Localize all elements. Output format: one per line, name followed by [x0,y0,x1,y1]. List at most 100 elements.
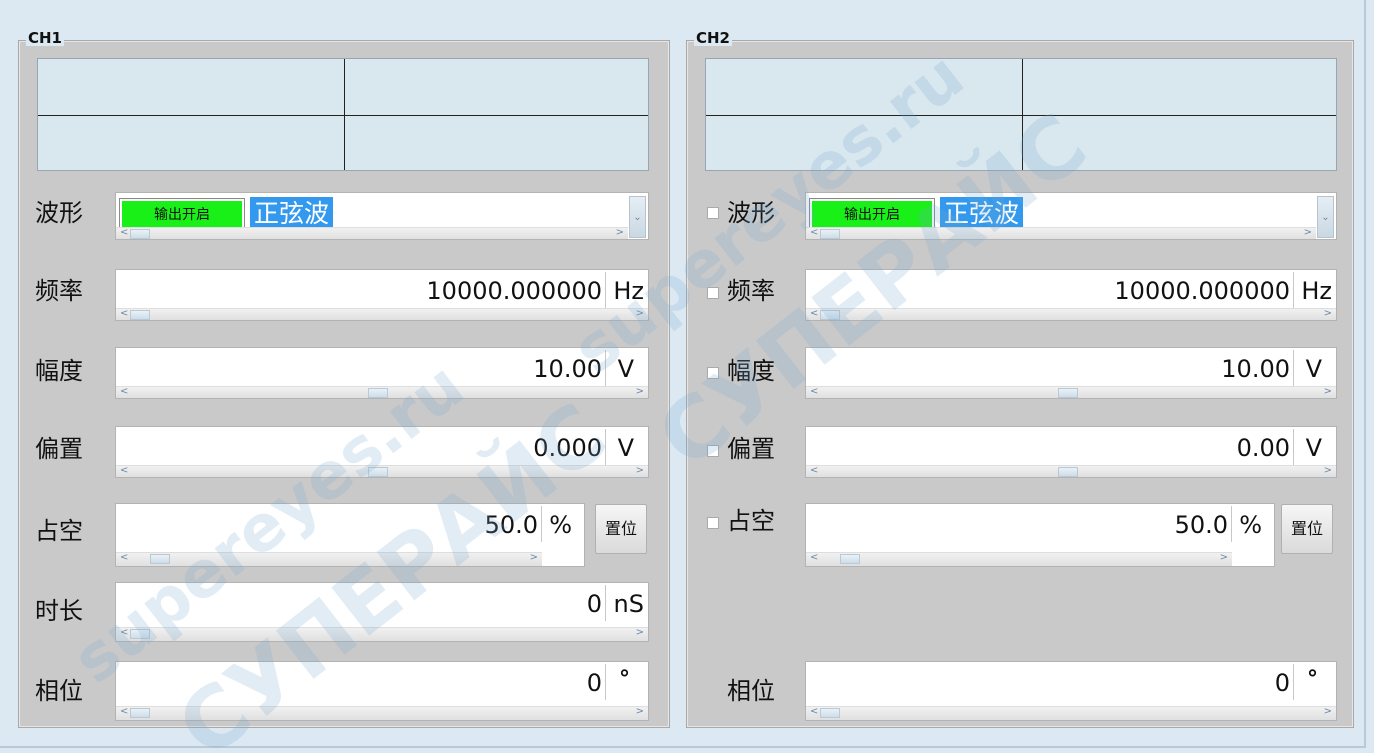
ch2-waveform-checkbox[interactable] [707,207,719,219]
ch2-offset-checkbox[interactable] [707,445,719,457]
scroll-thumb[interactable] [820,229,840,239]
scroll-thumb[interactable] [150,554,170,564]
unit-divider [605,272,606,308]
ch1-waveform-value: 正弦波 [250,197,334,231]
scroll-left-icon[interactable]: < [810,227,818,239]
ch2-duty-field[interactable]: 50.0 % < > [805,503,1275,567]
scroll-right-icon[interactable]: > [636,627,644,639]
ch1-amplitude-scrollbar[interactable]: < > [116,386,648,398]
ch1-waveform-scrollbar[interactable]: < > [116,227,628,239]
ch2-frequency-value: 10000.000000 [1114,277,1290,305]
grid-horizontal-line [38,115,648,116]
ch1-amplitude-value: 10.00 [533,355,602,383]
ch1-waveform-select[interactable]: 输出开启 正弦波 ⌄ < > [115,192,649,240]
ch2-waveform-scrollbar[interactable]: < > [806,227,1316,239]
scroll-right-icon[interactable]: > [1324,386,1332,398]
scroll-thumb[interactable] [1058,467,1078,477]
scroll-thumb[interactable] [368,388,388,398]
scroll-right-icon[interactable]: > [616,227,624,239]
scroll-right-icon[interactable]: > [1220,552,1228,564]
ch1-duty-label: 占空 [35,517,83,545]
scroll-thumb[interactable] [840,554,860,564]
ch2-phase-scrollbar[interactable]: < > [806,706,1336,720]
ch2-duty-scrollbar[interactable]: < > [806,552,1232,566]
ch2-waveform-select[interactable]: 输出开启 正弦波 ⌄ < > [805,192,1337,240]
ch2-reset-button[interactable]: 置位 [1281,504,1333,554]
ch1-panel: CH1 波形 输出开启 正弦波 ⌄ < > 频率 10000.000000 Hz… [18,29,670,728]
ch2-offset-field[interactable]: 0.00 V < > [805,426,1337,478]
unit-divider [1293,429,1294,465]
scroll-right-icon[interactable]: > [1304,227,1312,239]
ch2-duty-checkbox[interactable] [707,517,719,529]
ch1-frequency-scrollbar[interactable]: < > [116,308,648,320]
scroll-left-icon[interactable]: < [810,386,818,398]
ch1-reset-button[interactable]: 置位 [595,504,647,554]
ch2-frequency-unit: Hz [1301,277,1332,305]
scroll-left-icon[interactable]: < [120,706,128,718]
scroll-right-icon[interactable]: > [636,706,644,718]
ch2-phase-value: 0 [1274,669,1290,697]
scroll-thumb[interactable] [820,708,840,718]
scroll-right-icon[interactable]: > [636,308,644,320]
chevron-down-icon[interactable]: ⌄ [629,196,646,238]
ch1-phase-scrollbar[interactable]: < > [116,706,648,720]
ch1-duration-value: 0 [586,590,602,618]
ch2-frequency-scrollbar[interactable]: < > [806,308,1336,320]
chevron-down-icon[interactable]: ⌄ [1317,196,1334,238]
ch2-phase-label: 相位 [727,677,775,705]
scroll-left-icon[interactable]: < [120,227,128,239]
ch2-offset-scrollbar[interactable]: < > [806,465,1336,477]
ch1-offset-field[interactable]: 0.000 V < > [115,426,649,478]
ch2-panel: CH2 波形 输出开启 正弦波 ⌄ < > 频率 10000.000000 Hz… [686,29,1354,728]
ch2-frequency-field[interactable]: 10000.000000 Hz < > [805,269,1337,321]
ch1-duty-scrollbar[interactable]: < > [116,552,542,566]
ch1-amplitude-field[interactable]: 10.00 V < > [115,347,649,399]
ch1-amplitude-label: 幅度 [35,357,83,385]
scroll-thumb[interactable] [820,310,840,320]
scroll-right-icon[interactable]: > [636,465,644,477]
scroll-left-icon[interactable]: < [120,627,128,639]
ch1-phase-field[interactable]: 0 ° < > [115,661,649,721]
scroll-thumb[interactable] [130,708,150,718]
unit-divider [541,506,542,542]
scroll-thumb[interactable] [1058,388,1078,398]
scroll-left-icon[interactable]: < [120,308,128,320]
scroll-thumb[interactable] [130,629,150,639]
ch1-duty-value: 50.0 [484,511,538,539]
scroll-right-icon[interactable]: > [1324,308,1332,320]
scroll-right-icon[interactable]: > [530,552,538,564]
ch2-amplitude-field[interactable]: 10.00 V < > [805,347,1337,399]
scroll-right-icon[interactable]: > [636,386,644,398]
ch1-offset-scrollbar[interactable]: < > [116,465,648,477]
ch2-amplitude-checkbox[interactable] [707,367,719,379]
scroll-thumb[interactable] [368,467,388,477]
ch1-duration-scrollbar[interactable]: < > [116,627,648,641]
ch2-offset-unit: V [1305,434,1322,462]
scroll-left-icon[interactable]: < [120,465,128,477]
scroll-left-icon[interactable]: < [810,465,818,477]
ch2-duty-label: 占空 [727,507,775,535]
ch2-offset-value: 0.00 [1236,434,1290,462]
scroll-right-icon[interactable]: > [1324,706,1332,718]
ch1-frequency-field[interactable]: 10000.000000 Hz < > [115,269,649,321]
ch1-duration-field[interactable]: 0 nS < > [115,582,649,642]
scroll-left-icon[interactable]: < [810,706,818,718]
scroll-thumb[interactable] [130,310,150,320]
ch1-offset-value: 0.000 [533,434,602,462]
scroll-thumb[interactable] [130,229,150,239]
scroll-left-icon[interactable]: < [810,552,818,564]
ch2-duty-unit: % [1239,511,1262,539]
ch2-amplitude-label: 幅度 [727,357,775,385]
ch2-amplitude-scrollbar[interactable]: < > [806,386,1336,398]
ch1-phase-value: 0 [586,669,602,697]
ch2-phase-unit: ° [1307,667,1318,692]
scroll-left-icon[interactable]: < [120,552,128,564]
scroll-right-icon[interactable]: > [1324,465,1332,477]
scroll-left-icon[interactable]: < [120,386,128,398]
scroll-left-icon[interactable]: < [810,308,818,320]
ch1-frequency-value: 10000.000000 [426,277,602,305]
ch1-offset-unit: V [617,434,634,462]
ch1-duty-field[interactable]: 50.0 % < > [115,503,585,567]
ch2-frequency-checkbox[interactable] [707,287,719,299]
ch2-phase-field[interactable]: 0 ° < > [805,661,1337,721]
